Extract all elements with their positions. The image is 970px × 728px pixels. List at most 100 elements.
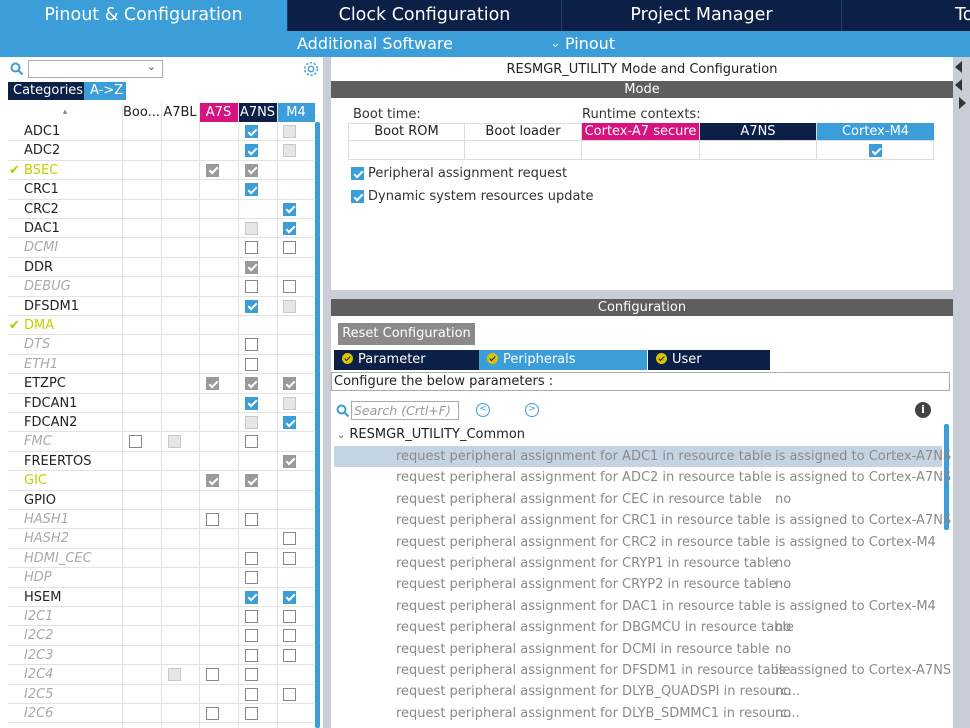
parameter-row[interactable]: request peripheral assignment for CRC2 i… [334,532,942,553]
parameter-row[interactable]: request peripheral assignment for DLYB_S… [334,703,942,724]
context-checkbox[interactable] [283,202,296,216]
component-row[interactable]: DCMI [8,238,314,258]
component-row[interactable]: DEBUG [8,277,314,297]
component-row[interactable]: ETZPC [8,374,314,394]
context-checkbox[interactable] [283,687,296,701]
context-checkbox[interactable] [206,707,219,720]
context-checkbox[interactable] [283,241,296,255]
component-row[interactable]: ADC2 [8,141,314,161]
parameter-row[interactable]: request peripheral assignment for DFSDM1… [334,660,951,681]
peripheral-request-checkbox[interactable] [351,167,364,180]
context-checkbox[interactable] [245,280,258,294]
context-checkbox[interactable] [206,513,219,526]
tab-user-constants[interactable]: User Constants [648,350,770,387]
parameter-row[interactable]: request peripheral assignment for DAC1 i… [334,596,942,617]
context-checkbox[interactable] [245,668,258,682]
component-row[interactable]: GPIO [8,491,314,510]
sort-icon[interactable]: ▴ [8,103,122,122]
component-row[interactable]: FDCAN1 [8,394,314,413]
parameter-value[interactable]: no [775,553,791,574]
parameter-value[interactable]: is assigned to Cortex-A7NS [775,446,951,467]
parameter-search-input[interactable]: Search (Crtl+F) [351,401,459,420]
component-search-input[interactable]: ⌄ [28,60,163,78]
parameter-row[interactable]: request peripheral assignment for DCMI i… [334,639,942,660]
col-a7ns[interactable]: A7NS [238,103,277,122]
component-row[interactable]: ETH1 [8,355,314,375]
component-row[interactable]: I2C1 [8,607,314,627]
component-row[interactable]: ADC1 [8,122,314,142]
context-checkbox[interactable] [245,551,258,565]
parameter-value[interactable]: no [775,489,791,510]
chevron-right-icon[interactable]: > [525,403,539,417]
context-checkbox[interactable] [245,241,258,255]
context-checkbox[interactable] [129,435,142,449]
parameter-row[interactable]: request peripheral assignment for ADC2 i… [334,467,951,488]
component-row[interactable]: ✔ DMA [8,316,314,336]
context-checkbox[interactable] [283,648,296,662]
dynamic-update-checkbox[interactable] [351,190,364,203]
component-row[interactable]: FMC [8,432,314,452]
context-checkbox[interactable] [245,590,258,604]
collapse-left-icon[interactable] [955,79,962,91]
parameter-row[interactable]: request peripheral assignment for CRC1 i… [334,510,951,531]
component-row[interactable]: I2C2 [8,626,314,646]
context-checkbox[interactable] [245,396,258,410]
component-row[interactable]: I2C4 [8,665,314,685]
context-checkbox[interactable] [245,687,258,701]
col-m4[interactable]: M4 [277,103,315,122]
context-checkbox[interactable] [206,668,219,682]
context-checkbox[interactable] [245,707,258,720]
component-row[interactable]: HDP [8,568,314,588]
tab-peripherals-assignment[interactable]: Peripherals assignment [479,350,647,387]
parameter-row[interactable]: request peripheral assignment for CRYP2 … [334,574,942,595]
component-row[interactable]: DAC1 [8,219,314,239]
context-checkbox[interactable] [245,183,258,197]
component-row[interactable]: FREERTOS [8,452,314,472]
context-checkbox[interactable] [245,571,258,585]
parameter-value[interactable]: is assigned to Cortex-M4 [775,532,936,553]
parameter-value[interactable]: no [775,617,791,638]
component-row[interactable]: DFSDM1 [8,297,314,316]
context-checkbox[interactable] [283,629,296,643]
context-checkbox[interactable] [283,532,296,546]
component-row[interactable]: DDR [8,258,314,278]
context-checkbox[interactable] [245,435,258,449]
parameter-value[interactable]: no [775,574,791,595]
parameter-value[interactable]: is assigned to Cortex-A7NS [775,660,951,681]
gear-icon[interactable] [302,60,320,78]
context-checkbox[interactable] [283,280,296,294]
group-header[interactable]: ⌄ RESMGR_UTILITY_Common [337,426,525,445]
context-checkbox[interactable] [283,610,296,623]
parameter-value[interactable]: no [775,703,791,724]
context-checkbox[interactable] [283,551,296,565]
parameter-row[interactable]: request peripheral assignment for DLYB_Q… [334,681,942,702]
component-row[interactable]: I2C5 [8,685,314,704]
additional-software-menu[interactable]: Additional Software [297,31,453,57]
component-row[interactable]: CRC2 [8,200,314,219]
component-row[interactable]: ✔ BSEC [8,161,314,181]
tab-project-manager[interactable]: Project Manager [561,0,841,31]
component-row[interactable]: HDMI_CEC [8,549,314,569]
reset-configuration-button[interactable]: Reset Configuration [338,323,475,345]
context-checkbox[interactable] [245,513,258,526]
component-row[interactable]: HASH1 [8,510,314,530]
context-checkbox[interactable] [245,338,258,352]
component-row[interactable]: FDCAN2 [8,413,314,433]
context-checkbox[interactable] [245,125,258,138]
parameter-row[interactable]: request peripheral assignment for DBGMCU… [334,617,942,638]
parameter-value[interactable]: is assigned to Cortex-M4 [775,596,936,617]
context-checkbox[interactable] [283,416,296,429]
az-tab[interactable]: A->Z [84,82,126,100]
context-checkbox[interactable] [245,299,258,313]
component-row[interactable]: I2C6 [8,704,314,724]
tab-pinout-configuration[interactable]: Pinout & Configuration [0,0,287,31]
context-checkbox[interactable] [283,590,296,604]
pinout-menu[interactable]: Pinout [565,31,615,57]
parameter-value[interactable]: is assigned to Cortex-A7NS [775,467,951,488]
context-checkbox[interactable] [245,629,258,643]
expand-right-icon[interactable] [959,97,966,109]
col-a7bl[interactable]: A7BL [161,103,199,122]
component-row[interactable]: HSEM [8,588,314,607]
categories-tab[interactable]: Categories [8,82,84,100]
component-row[interactable]: HASH2 [8,529,314,549]
